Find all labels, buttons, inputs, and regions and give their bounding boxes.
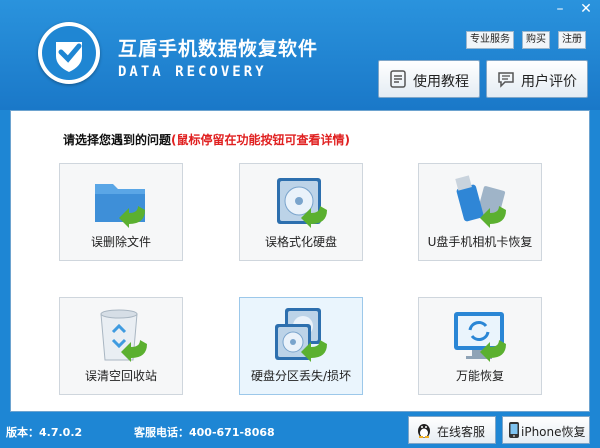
hard-disk-icon [277,178,327,228]
document-icon [389,70,407,92]
review-button[interactable]: 用户评价 [486,60,588,98]
option-recycle-bin[interactable]: 误清空回收站 [59,297,183,395]
online-service-button[interactable]: 在线客服 [408,416,496,444]
app-window: 互盾手机数据恢复软件 DATA RECOVERY – ✕ 专业服务 购买 注册 … [0,0,600,448]
iphone-recovery-button[interactable]: iPhone恢复 [502,416,590,444]
option-label: 误格式化硬盘 [264,235,337,249]
usb-drive-icon [455,175,506,228]
partition-disks-icon [275,308,327,362]
option-universal-recovery[interactable]: 万能恢复 [418,297,542,395]
option-formatted-disk[interactable]: 误格式化硬盘 [239,163,363,261]
main-panel: 请选择您遇到的问题(鼠标停留在功能按钮可查看详情) 误删除文件 误格式化硬盘 U… [10,110,590,412]
iphone-recovery-label: iPhone恢复 [521,425,586,439]
penguin-icon [415,421,433,443]
option-label: U盘手机相机卡恢复 [427,235,533,249]
pro-service-link[interactable]: 专业服务 [466,31,514,49]
review-label: 用户评价 [521,74,577,90]
register-link[interactable]: 注册 [558,31,586,49]
problem-prompt: 请选择您遇到的问题(鼠标停留在功能按钮可查看详情) [63,131,350,148]
buy-link[interactable]: 购买 [522,31,550,49]
online-service-label: 在线客服 [437,425,486,439]
footer-bar: 版本：4.7.0.2 客服电话：400-671-8068 在线客服 iPhone… [0,412,600,448]
minimize-button[interactable]: – [548,0,572,20]
shield-logo-icon [38,22,100,84]
version-text: 版本：4.7.0.2 [6,426,83,439]
app-title: 互盾手机数据恢复软件 [118,38,319,60]
option-label: 硬盘分区丢失/损坏 [250,369,352,383]
prompt-text: 请选择您遇到的问题 [63,133,172,147]
chat-bubble-icon [497,70,515,92]
support-phone: 客服电话：400-671-8068 [134,426,275,439]
option-deleted-files[interactable]: 误删除文件 [59,163,183,261]
close-button[interactable]: ✕ [574,0,598,20]
option-label: 万能恢复 [455,369,504,383]
tutorial-button[interactable]: 使用教程 [378,60,480,98]
title-bar: 互盾手机数据恢复软件 DATA RECOVERY – ✕ 专业服务 购买 注册 … [0,0,600,110]
monitor-refresh-icon [454,312,506,362]
option-label: 误删除文件 [90,235,151,249]
recycle-bin-icon [100,309,147,362]
tutorial-label: 使用教程 [413,74,469,90]
app-subtitle: DATA RECOVERY [118,64,267,80]
phone-icon [508,421,520,443]
option-usb-card[interactable]: U盘手机相机卡恢复 [418,163,542,261]
hover-hint: (鼠标停留在功能按钮可查看详情) [171,133,350,147]
folder-icon [95,184,145,228]
option-partition-lost[interactable]: 硬盘分区丢失/损坏 [239,297,363,395]
option-label: 误清空回收站 [84,369,157,383]
